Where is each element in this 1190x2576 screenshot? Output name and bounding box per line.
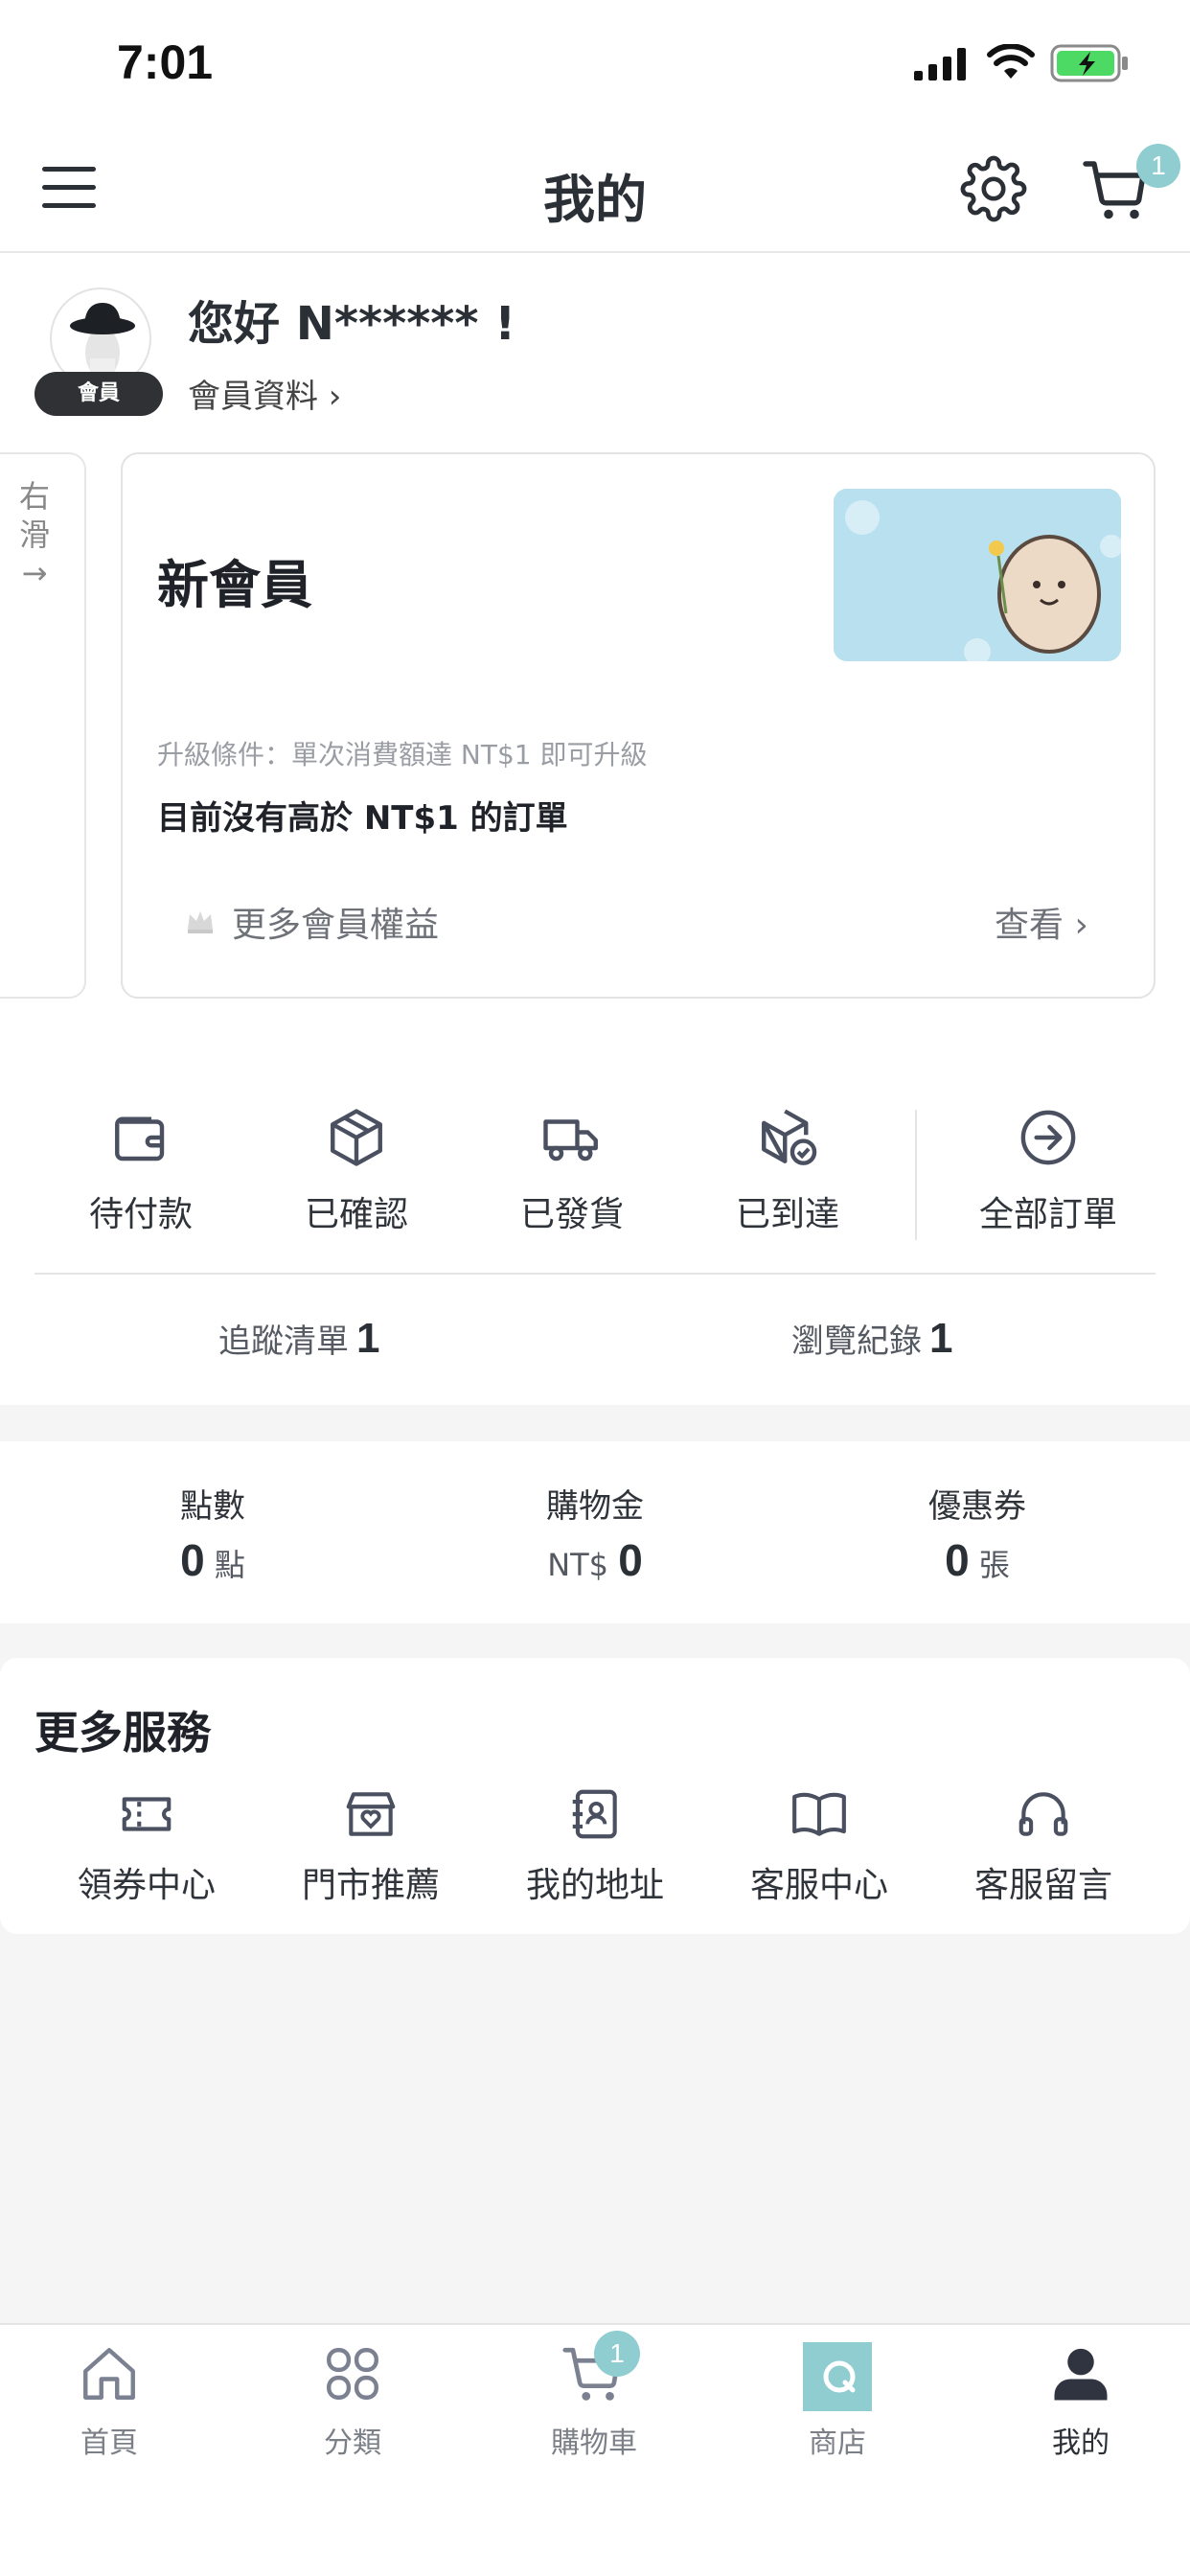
order-confirmed[interactable]: 已確認: [261, 1106, 452, 1236]
service-my-address[interactable]: 我的地址: [490, 1784, 700, 1907]
status-time: 7:01: [117, 35, 214, 89]
history-count: 1: [929, 1315, 953, 1362]
tab-home[interactable]: 首頁: [13, 2342, 205, 2461]
wishlist-link[interactable]: 追蹤清單 1: [218, 1315, 379, 1363]
member-card-image: [834, 489, 1121, 661]
profile-link[interactable]: 會員資料 ›: [188, 370, 341, 417]
gear-icon: [960, 155, 1027, 222]
ticket-icon: [122, 1797, 172, 1831]
status-bar: 7:01: [0, 0, 1190, 128]
service-label: 門市推薦: [301, 1866, 440, 1905]
service-label: 客服中心: [749, 1866, 888, 1905]
grid-icon: [327, 2348, 378, 2400]
history-link[interactable]: 瀏覽紀錄 1: [791, 1315, 952, 1363]
points-value: 0: [180, 1535, 205, 1585]
order-label: 已發貨: [519, 1195, 624, 1234]
greeting-text: 您好 N****** !: [188, 297, 516, 351]
tab-cart-badge: 1: [594, 2331, 640, 2377]
coupon-item[interactable]: 優惠券 0 張: [834, 1480, 1121, 1586]
settings-button[interactable]: [960, 155, 1027, 226]
order-label: 已確認: [304, 1195, 408, 1234]
service-label: 客服留言: [973, 1866, 1112, 1905]
bottom-tab-bar: 首頁 分類 購物車 1 商店 我的: [0, 2323, 1190, 2576]
order-label: 全部訂單: [978, 1195, 1117, 1234]
truck-icon: [543, 1119, 598, 1162]
tab-label: 我的: [1052, 2426, 1110, 2460]
order-label: 待付款: [88, 1195, 193, 1234]
upgrade-order-status: 目前沒有高於 NT$1 的訂單: [157, 799, 568, 838]
points-unit: 點: [214, 1547, 245, 1583]
order-shipped[interactable]: 已發貨: [476, 1106, 668, 1236]
service-label: 領券中心: [77, 1866, 216, 1905]
order-arrived[interactable]: 已到達: [692, 1106, 883, 1236]
member-badge: 會員: [34, 372, 163, 416]
credit-item[interactable]: 購物金 NT$ 0: [451, 1480, 739, 1586]
wallet-section: 點數 0 點 購物金 NT$ 0 優惠券 0 張: [0, 1441, 1190, 1623]
box-check-icon: [762, 1109, 817, 1165]
tab-label: 商店: [809, 2426, 866, 2460]
view-benefits-link[interactable]: 查看 ›: [995, 897, 1088, 947]
services-section: 更多服務 領券中心 門市推薦 我的地址 客服中心 客服留言: [0, 1658, 1190, 1934]
swipe-hint-card[interactable]: 右 滑 →: [0, 452, 86, 999]
coupon-label: 優惠券: [928, 1487, 1026, 1526]
divider: [34, 1273, 1156, 1275]
service-label: 我的地址: [525, 1866, 664, 1905]
tab-me[interactable]: 我的: [985, 2342, 1177, 2461]
services-title: 更多服務: [34, 1707, 211, 1759]
user-icon: [1054, 2348, 1108, 2401]
order-label: 已到達: [735, 1195, 839, 1234]
points-item[interactable]: 點數 0 點: [69, 1480, 356, 1586]
coupon-unit: 張: [978, 1547, 1010, 1583]
points-label: 點數: [180, 1487, 245, 1526]
credit-label: 購物金: [546, 1487, 644, 1526]
more-benefits-link[interactable]: 更多會員權益: [232, 897, 439, 947]
wishlist-label: 追蹤清單: [218, 1322, 349, 1361]
service-message[interactable]: 客服留言: [938, 1784, 1149, 1907]
cart-count-badge: 1: [1136, 144, 1180, 188]
tab-category[interactable]: 分類: [257, 2342, 448, 2461]
history-label: 瀏覽紀錄: [791, 1322, 922, 1361]
box-icon: [331, 1109, 382, 1166]
credit-prefix: NT$: [547, 1547, 609, 1583]
member-tier-name: 新會員: [157, 555, 312, 615]
swipe-hint-text: 右 滑 →: [18, 478, 50, 591]
order-pending-payment[interactable]: 待付款: [45, 1106, 237, 1236]
header: 我的 1: [0, 128, 1190, 253]
orders-section: 待付款 已確認 已發貨 已到達 全部訂單 追蹤清單 1 瀏覽紀錄 1: [0, 1010, 1190, 1405]
tab-label: 購物車: [551, 2426, 637, 2460]
address-book-icon: [572, 1789, 617, 1839]
tab-label: 分類: [324, 2426, 381, 2460]
signal-icon: [914, 48, 970, 84]
battery-icon: [1050, 44, 1131, 86]
wallet-icon: [115, 1116, 165, 1162]
member-card[interactable]: 新會員 升級條件：單次消費額達 NT$1 即可升級 目前沒有高於 NT$1 的訂…: [121, 452, 1156, 999]
arrow-circle-icon: [1020, 1110, 1076, 1165]
tab-store[interactable]: 商店: [742, 2342, 933, 2461]
service-store-recommend[interactable]: 門市推薦: [265, 1784, 476, 1907]
book-icon: [792, 1792, 846, 1836]
service-help-center[interactable]: 客服中心: [714, 1784, 925, 1907]
wifi-icon: [987, 44, 1035, 84]
order-all[interactable]: 全部訂單: [952, 1106, 1144, 1236]
headphones-icon: [1018, 1792, 1068, 1836]
store-logo-icon: [803, 2342, 872, 2411]
coupon-value: 0: [945, 1535, 970, 1585]
home-icon: [83, 2348, 135, 2400]
tab-label: 首頁: [80, 2426, 138, 2460]
crown-icon: [186, 908, 215, 937]
store-heart-icon: [346, 1792, 396, 1836]
service-coupon-center[interactable]: 領券中心: [41, 1784, 252, 1907]
divider: [915, 1110, 917, 1240]
wishlist-count: 1: [356, 1315, 380, 1362]
upgrade-condition: 升級條件：單次消費額達 NT$1 即可升級: [157, 739, 648, 770]
profile-section: 會員 您好 N****** ! 會員資料 › 右 滑 → 新會員 升級條件：單次…: [0, 253, 1190, 1039]
credit-value: 0: [618, 1535, 643, 1585]
